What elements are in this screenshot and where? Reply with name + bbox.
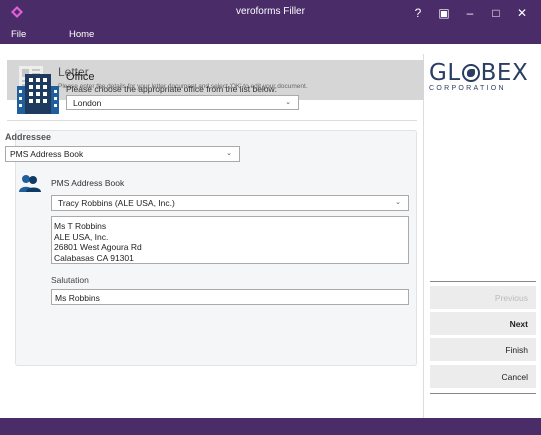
- cancel-button[interactable]: Cancel: [430, 365, 536, 388]
- contact-select-value: Tracy Robbins (ALE USA, Inc.): [58, 198, 175, 208]
- pin-button[interactable]: ▣: [431, 3, 457, 23]
- address-source-value: PMS Address Book: [10, 149, 84, 159]
- address-line: 26801 West Agoura Rd: [54, 242, 142, 252]
- button-divider: [430, 281, 536, 282]
- button-divider: [430, 393, 536, 394]
- menu-bar: File Home: [0, 24, 109, 44]
- minimize-button[interactable]: –: [457, 3, 483, 23]
- office-prompt: Please choose the appropriate office fro…: [66, 84, 278, 94]
- contact-select[interactable]: Tracy Robbins (ALE USA, Inc.) ⌄: [51, 195, 409, 211]
- address-line: ALE USA, Inc.: [54, 231, 109, 242]
- logo-text-left: GL: [429, 60, 461, 86]
- globe-icon: [461, 64, 480, 82]
- previous-button[interactable]: Previous: [430, 286, 536, 309]
- close-button[interactable]: ✕: [509, 3, 535, 23]
- maximize-button[interactable]: □: [483, 3, 509, 23]
- menu-file[interactable]: File: [11, 24, 69, 44]
- next-button[interactable]: Next: [430, 312, 536, 335]
- address-book-label: PMS Address Book: [51, 178, 125, 188]
- office-select[interactable]: London ⌄: [66, 95, 299, 110]
- address-line: Ms T Robbins: [54, 221, 107, 231]
- address-line: Calabasas CA 91301: [54, 252, 134, 263]
- chevron-down-icon: ⌄: [395, 199, 401, 206]
- contacts-icon: [19, 175, 41, 192]
- addressee-label: Addressee: [5, 132, 52, 142]
- finish-button[interactable]: Finish: [430, 338, 536, 361]
- office-heading: Office: [66, 71, 95, 83]
- logo-text-right: BEX: [480, 60, 529, 86]
- logo-subtext: CORPORATION: [429, 85, 506, 92]
- address-textarea[interactable]: Ms T Robbins ALE USA, Inc. 26801 West Ag…: [51, 216, 409, 264]
- salutation-input[interactable]: Ms Robbins: [51, 289, 409, 305]
- status-bar: [0, 418, 541, 435]
- office-select-value: London: [73, 98, 102, 108]
- section-divider: [7, 120, 417, 121]
- chevron-down-icon: ⌄: [226, 150, 232, 157]
- chevron-down-icon: ⌄: [285, 99, 291, 106]
- help-button[interactable]: ?: [405, 3, 431, 23]
- menu-home[interactable]: Home: [69, 24, 109, 44]
- company-logo: GL BEX CORPORATION: [429, 62, 541, 102]
- title-bar: veroforms Filler ? ▣ – □ ✕ File Home: [0, 0, 541, 44]
- office-building-icon: [17, 74, 59, 114]
- side-panel: GL BEX CORPORATION Previous Next Finish C…: [425, 54, 541, 418]
- address-source-select[interactable]: PMS Address Book ⌄: [5, 146, 240, 162]
- window-controls: ? ▣ – □ ✕: [405, 3, 535, 23]
- salutation-label: Salutation: [51, 275, 89, 285]
